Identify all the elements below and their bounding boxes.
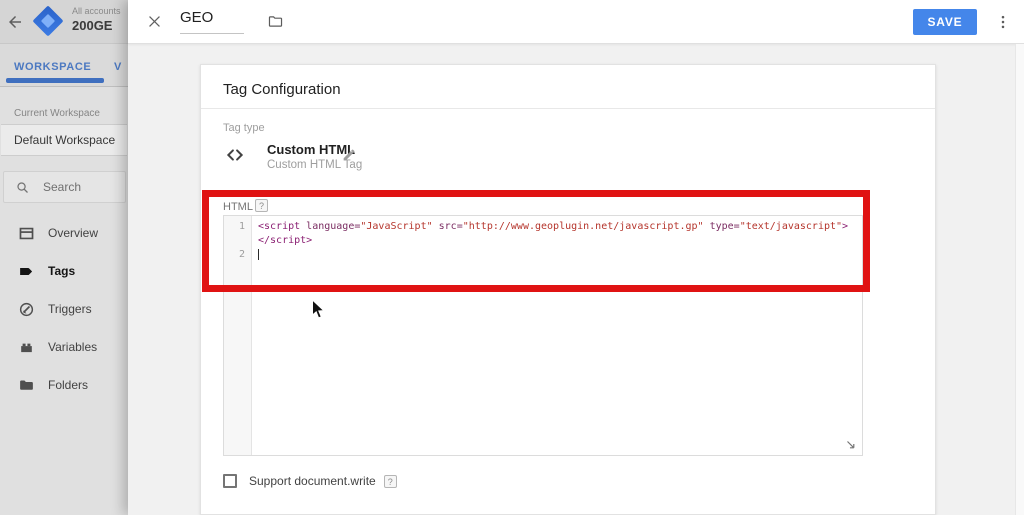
code-area[interactable]: <script language="JavaScript" src="http:… (252, 216, 862, 455)
close-icon[interactable] (146, 13, 163, 30)
tag-name-input[interactable]: GEO (180, 9, 244, 34)
line-number-gutter: 1 2 (224, 216, 252, 455)
support-document-write-label: Support document.write (249, 474, 376, 488)
sidebar-item-label: Triggers (48, 302, 92, 316)
trigger-icon (18, 301, 35, 318)
account-label: All accounts (72, 6, 121, 16)
editor-topbar: GEO SAVE (128, 0, 1024, 44)
code-token: language= (306, 221, 361, 232)
current-workspace-label: Current Workspace (14, 108, 100, 119)
text-caret (258, 248, 259, 260)
support-document-write-row: Support document.write ? (223, 473, 397, 489)
workspace-selector[interactable]: Default Workspace (1, 124, 127, 156)
account-switcher[interactable]: All accounts 200GE (72, 6, 128, 33)
tag-configuration-card: Tag Configuration Tag type Custom HTML C… (200, 64, 936, 515)
gtm-tag-editor-screen: All accounts 200GE WORKSPACE V Current W… (0, 0, 1024, 515)
html-field-label: HTML (223, 201, 253, 213)
edit-pencil-icon[interactable] (341, 147, 357, 163)
code-line-1-wrap: </script> (258, 234, 862, 248)
tag-icon (18, 263, 35, 280)
app-header: All accounts 200GE (0, 0, 128, 44)
code-token: type= (709, 221, 740, 232)
code-token: "text/javascript" (739, 221, 843, 232)
workspace-name: Default Workspace (14, 133, 116, 147)
line-number (224, 234, 251, 248)
variables-icon (18, 339, 35, 356)
search-placeholder: Search (43, 180, 82, 194)
back-arrow-icon[interactable] (6, 13, 24, 31)
tab-workspace[interactable]: WORKSPACE (14, 61, 91, 73)
code-token: "JavaScript" (360, 221, 439, 232)
support-help-icon[interactable]: ? (383, 474, 397, 488)
sidebar-item-overview[interactable]: Overview (0, 218, 128, 248)
sidebar-item-tags[interactable]: Tags (0, 256, 128, 286)
code-token: </script> (258, 235, 313, 246)
html-code-editor[interactable]: 1 2 <script language="JavaScript" src="h… (223, 215, 863, 456)
container-name: 200GE (72, 18, 113, 33)
custom-html-icon (223, 145, 247, 165)
gtm-logo-icon (32, 5, 64, 37)
sidebar-item-label: Overview (48, 226, 99, 240)
sidebar-item-triggers[interactable]: Triggers (0, 294, 128, 324)
active-tab-indicator (6, 78, 104, 83)
tag-type-label: Tag type (223, 122, 265, 134)
move-to-folder-icon[interactable] (266, 13, 285, 30)
code-token: "http://www.geoplugin.net/javascript.gp" (462, 221, 710, 232)
background-sidebar: All accounts 200GE WORKSPACE V Current W… (0, 0, 128, 515)
line-number: 2 (238, 249, 245, 260)
support-document-write-checkbox[interactable] (223, 474, 237, 488)
workspace-tabs: WORKSPACE V (0, 44, 128, 87)
sidebar-item-folders[interactable]: Folders (0, 370, 128, 400)
sidebar-item-label: Folders (48, 378, 89, 392)
tag-editor-panel: GEO SAVE Tag Configuration Tag type Cust… (128, 0, 1024, 515)
search-input[interactable]: Search (3, 171, 126, 203)
html-help-icon[interactable]: ? (255, 199, 268, 212)
divider (201, 108, 935, 109)
code-line-1: <script language="JavaScript" src="http:… (258, 220, 862, 234)
more-options-icon[interactable] (994, 12, 1012, 32)
code-token: > (842, 221, 849, 232)
sidebar-item-variables[interactable]: Variables (0, 332, 128, 362)
sidebar-item-label: Tags (48, 264, 76, 278)
save-button[interactable]: SAVE (913, 9, 977, 35)
tab-versions-truncated[interactable]: V (114, 61, 122, 73)
code-token: <script (258, 221, 307, 232)
sidebar-item-label: Variables (48, 340, 98, 354)
overview-icon (18, 225, 35, 242)
code-token: src= (438, 221, 463, 232)
folder-icon (18, 377, 35, 394)
search-icon (15, 180, 30, 195)
line-number: 1 (238, 221, 245, 232)
code-line-2 (258, 248, 862, 262)
resize-handle-icon[interactable] (844, 438, 858, 452)
card-title: Tag Configuration (223, 81, 341, 98)
scrollbar-track[interactable] (1015, 44, 1024, 515)
